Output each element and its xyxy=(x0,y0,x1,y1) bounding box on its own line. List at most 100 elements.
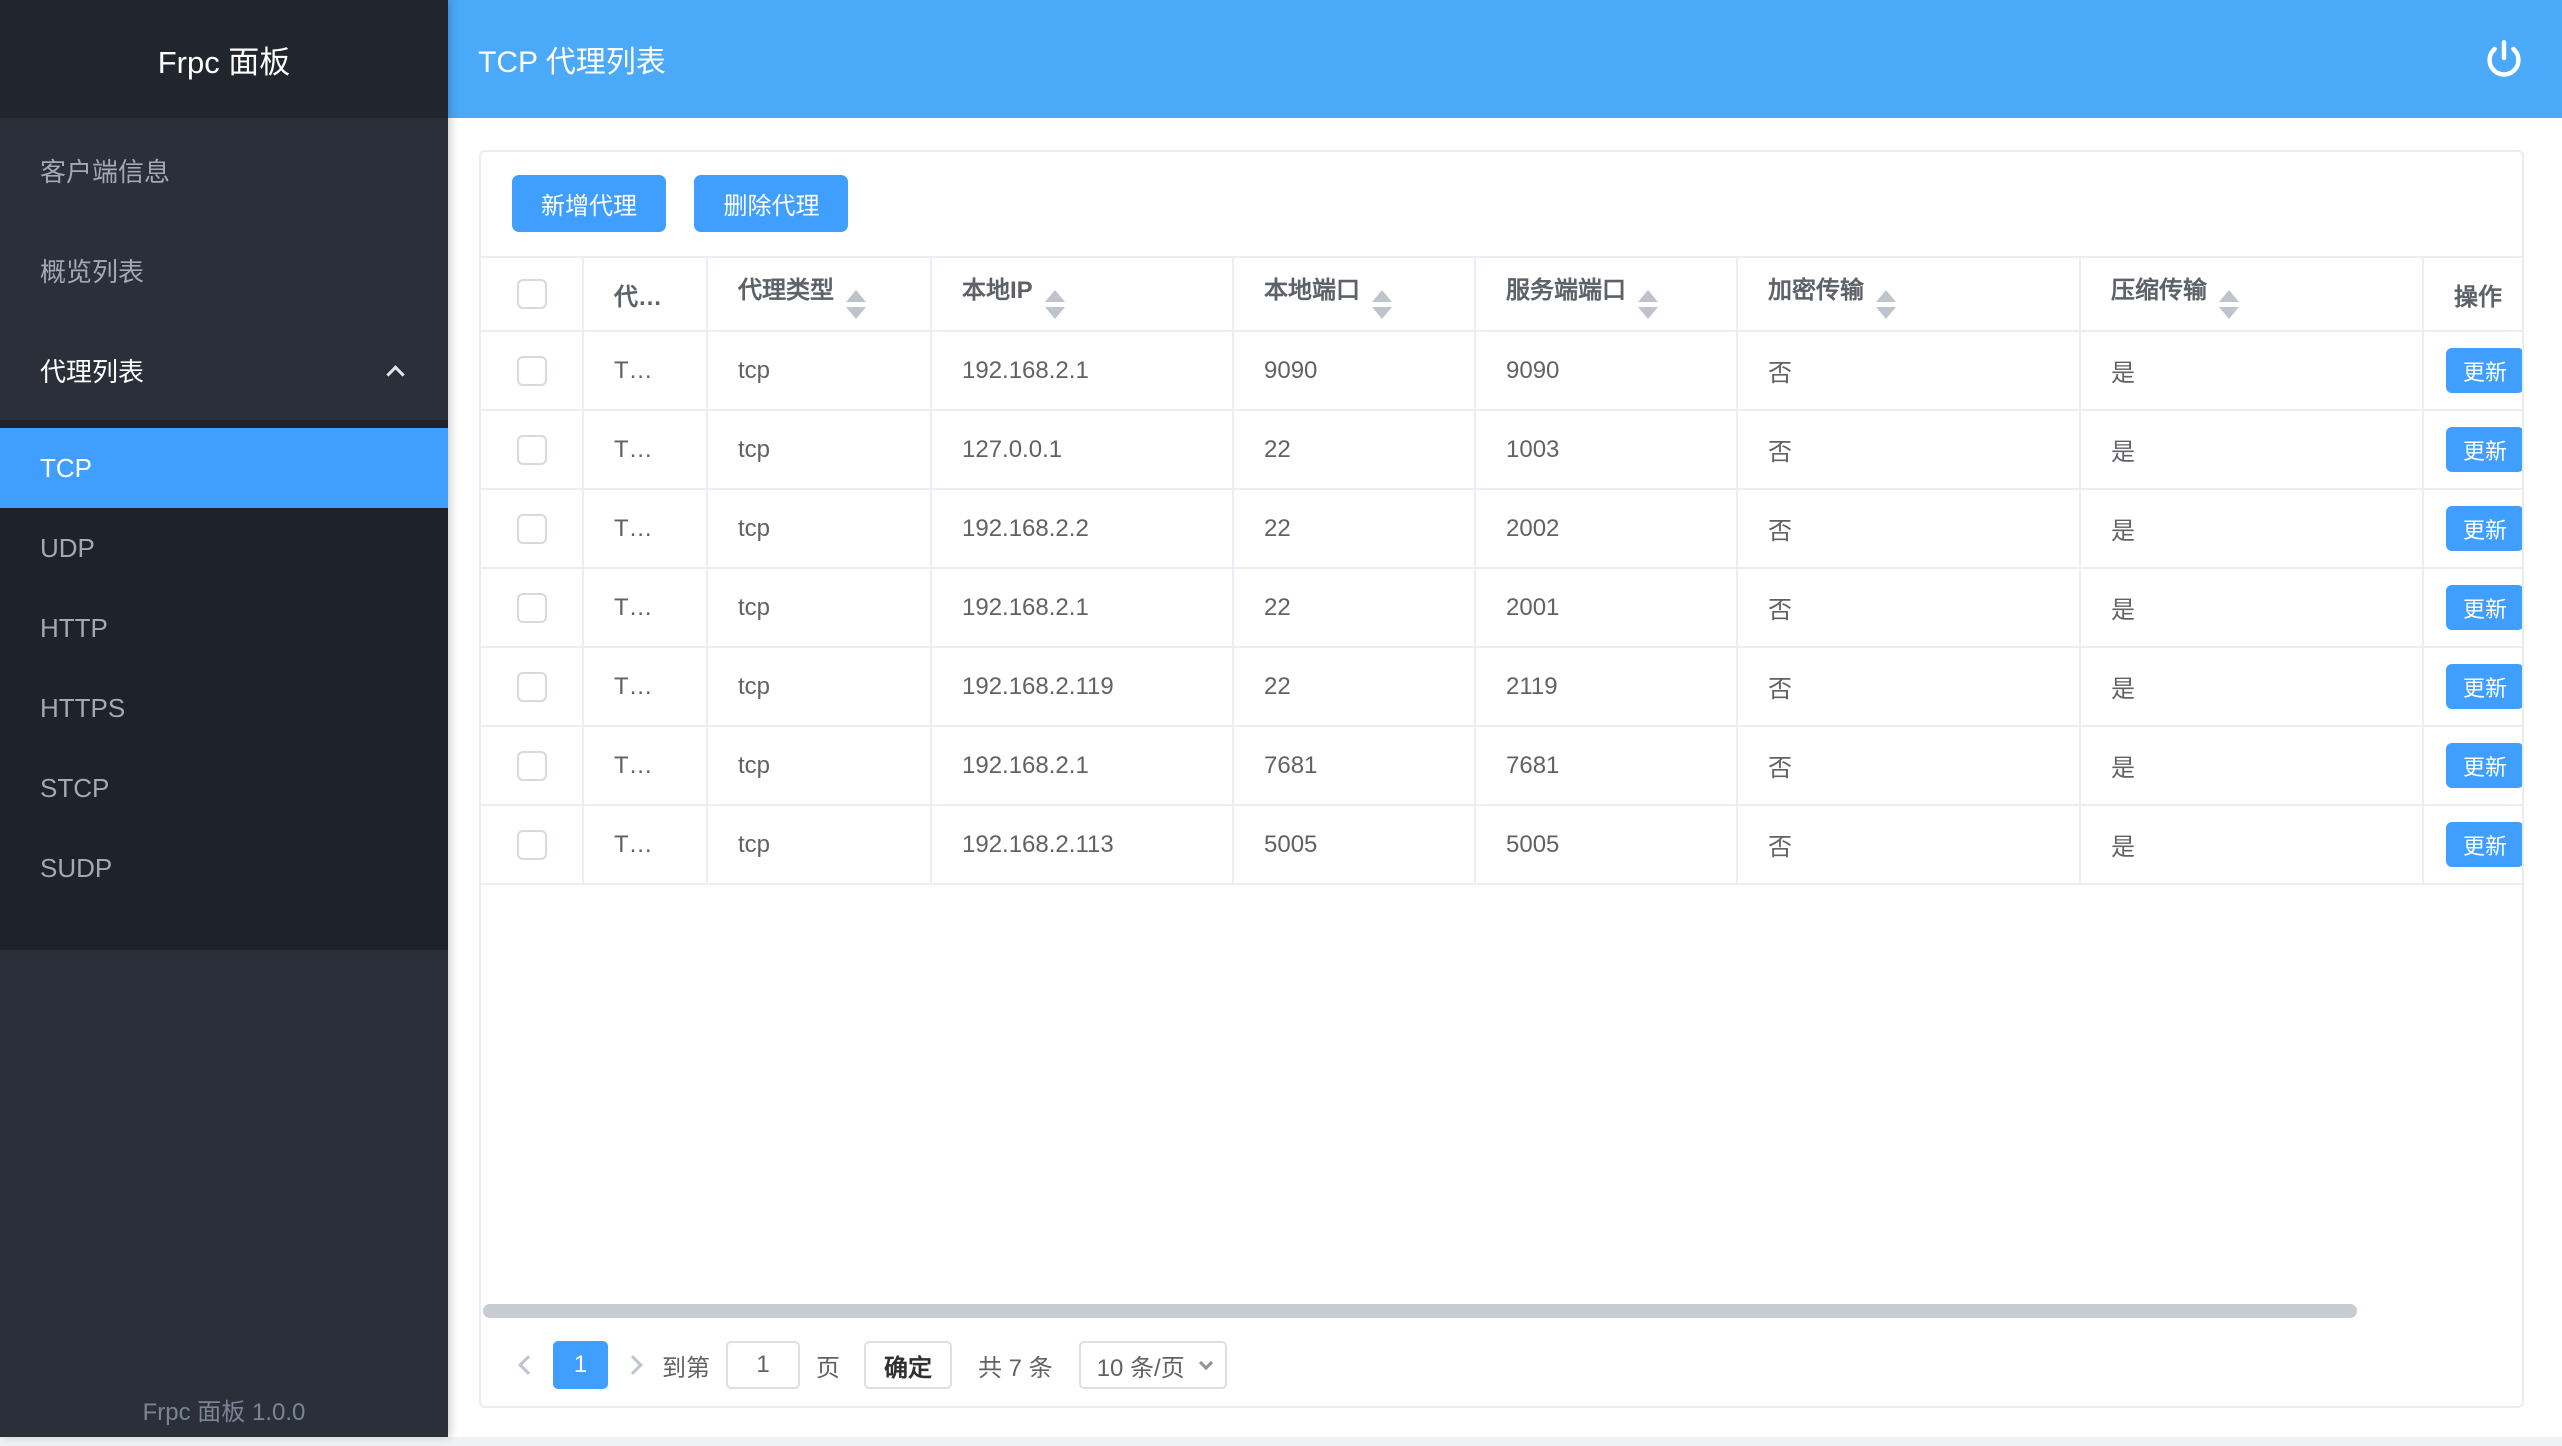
sidebar-item-overview[interactable]: 概览列表 xyxy=(0,220,448,320)
cell-action: 更新 xyxy=(2423,410,2522,489)
column-header[interactable]: 加密传输 xyxy=(1737,257,2080,331)
cell-server-port: 9090 xyxy=(1475,331,1737,410)
update-button[interactable]: 更新 xyxy=(2446,822,2522,867)
cell-encrypt: 否 xyxy=(1737,331,2080,410)
cell-action: 更新 xyxy=(2423,805,2522,884)
page-size-select[interactable]: 10 条/页 xyxy=(1079,1341,1227,1389)
power-icon xyxy=(2484,39,2524,79)
cell-server-port: 2002 xyxy=(1475,489,1737,568)
column-header[interactable]: 本地端口 xyxy=(1233,257,1475,331)
row-checkbox[interactable] xyxy=(517,593,547,623)
update-button[interactable]: 更新 xyxy=(2446,664,2522,709)
column-header[interactable]: 代理类型 xyxy=(707,257,931,331)
table-header: 代…代理类型本地IP本地端口服务端端口加密传输压缩传输操作 xyxy=(481,257,2522,331)
table-row: T…tcp192.168.2.119222119否是更新 xyxy=(481,647,2522,726)
row-checkbox[interactable] xyxy=(517,751,547,781)
top-header: TCP 代理列表 xyxy=(448,0,2562,118)
table-row: T…tcp127.0.0.1221003否是更新 xyxy=(481,410,2522,489)
proxy-type-submenu: TCPUDPHTTPHTTPSSTCPSUDP xyxy=(0,420,448,950)
cell-name: T… xyxy=(583,489,707,568)
confirm-button[interactable]: 确定 xyxy=(864,1341,952,1389)
cell-compress: 是 xyxy=(2080,331,2423,410)
page-number-button[interactable]: 1 xyxy=(553,1341,608,1389)
sort-carets-icon[interactable] xyxy=(1638,290,1658,319)
prev-page-icon[interactable] xyxy=(518,1355,538,1375)
sort-carets-icon[interactable] xyxy=(1876,290,1896,319)
cell-local-ip: 192.168.2.1 xyxy=(931,568,1233,647)
update-button[interactable]: 更新 xyxy=(2446,585,2522,630)
cell-type: tcp xyxy=(707,331,931,410)
cell-server-port: 2119 xyxy=(1475,647,1737,726)
cell-server-port: 1003 xyxy=(1475,410,1737,489)
sidebar-item-label: 代理列表 xyxy=(40,352,144,389)
column-header[interactable]: 压缩传输 xyxy=(2080,257,2423,331)
row-checkbox[interactable] xyxy=(517,514,547,544)
app-logo: Frpc 面板 xyxy=(0,0,448,118)
row-select-cell xyxy=(481,410,583,489)
submenu-item-udp[interactable]: UDP xyxy=(0,508,448,588)
cell-encrypt: 否 xyxy=(1737,410,2080,489)
cell-encrypt: 否 xyxy=(1737,489,2080,568)
row-select-cell xyxy=(481,331,583,410)
cell-type: tcp xyxy=(707,410,931,489)
row-checkbox[interactable] xyxy=(517,356,547,386)
horizontal-scrollbar-thumb[interactable] xyxy=(483,1304,2357,1318)
column-header[interactable]: 本地IP xyxy=(931,257,1233,331)
goto-page-input[interactable] xyxy=(726,1341,800,1389)
submenu-item-https[interactable]: HTTPS xyxy=(0,668,448,748)
pagination: 1 到第 页 确定 共 7 条 10 条/页 xyxy=(521,1340,2522,1390)
row-select-cell xyxy=(481,568,583,647)
power-button[interactable] xyxy=(2484,39,2524,79)
cell-local-port: 22 xyxy=(1233,489,1475,568)
total-count: 共 7 条 xyxy=(978,1348,1053,1383)
cell-name: T… xyxy=(583,410,707,489)
sort-carets-icon[interactable] xyxy=(1045,290,1065,319)
proxy-table: 代…代理类型本地IP本地端口服务端端口加密传输压缩传输操作 T…tcp192.1… xyxy=(481,256,2522,885)
update-button[interactable]: 更新 xyxy=(2446,348,2522,393)
delete-proxy-button[interactable]: 删除代理 xyxy=(694,175,848,232)
cell-compress: 是 xyxy=(2080,726,2423,805)
cell-compress: 是 xyxy=(2080,647,2423,726)
row-checkbox[interactable] xyxy=(517,830,547,860)
content-card: 新增代理 删除代理 代…代理类型本地IP本地端口服务端端口加密传输压缩传输操作 … xyxy=(479,150,2524,1408)
next-page-icon[interactable] xyxy=(623,1355,643,1375)
update-button[interactable]: 更新 xyxy=(2446,427,2522,472)
add-proxy-button[interactable]: 新增代理 xyxy=(512,175,666,232)
cell-name: T… xyxy=(583,568,707,647)
row-checkbox[interactable] xyxy=(517,672,547,702)
cell-compress: 是 xyxy=(2080,568,2423,647)
cell-server-port: 2001 xyxy=(1475,568,1737,647)
update-button[interactable]: 更新 xyxy=(2446,506,2522,551)
submenu-item-sudp[interactable]: SUDP xyxy=(0,828,448,908)
cell-action: 更新 xyxy=(2423,726,2522,805)
app-version: Frpc 面板 1.0.0 xyxy=(0,1392,448,1427)
table-row: T…tcp192.168.2.11350055005否是更新 xyxy=(481,805,2522,884)
select-all-header xyxy=(481,257,583,331)
goto-page-prefix: 到第 xyxy=(662,1348,710,1383)
submenu-item-tcp[interactable]: TCP xyxy=(0,428,448,508)
horizontal-scrollbar-track xyxy=(483,1304,2520,1318)
goto-page-suffix: 页 xyxy=(816,1348,840,1383)
update-button[interactable]: 更新 xyxy=(2446,743,2522,788)
sidebar-item-client-info[interactable]: 客户端信息 xyxy=(0,120,448,220)
select-all-checkbox[interactable] xyxy=(517,279,547,309)
submenu-item-stcp[interactable]: STCP xyxy=(0,748,448,828)
sidebar: Frpc 面板 客户端信息 概览列表 代理列表 TCPUDPHTTPHTTPSS… xyxy=(0,0,448,1437)
cell-name: T… xyxy=(583,726,707,805)
table-row: T…tcp192.168.2.2222002否是更新 xyxy=(481,489,2522,568)
cell-encrypt: 否 xyxy=(1737,805,2080,884)
row-select-cell xyxy=(481,805,583,884)
cell-encrypt: 否 xyxy=(1737,647,2080,726)
sort-carets-icon[interactable] xyxy=(846,290,866,319)
column-header[interactable]: 服务端端口 xyxy=(1475,257,1737,331)
column-header: 操作 xyxy=(2423,257,2522,331)
row-checkbox[interactable] xyxy=(517,435,547,465)
sort-carets-icon[interactable] xyxy=(1372,290,1392,319)
page-title: TCP 代理列表 xyxy=(478,37,2484,81)
cell-local-port: 7681 xyxy=(1233,726,1475,805)
page-size-value: 10 条/页 xyxy=(1097,1348,1185,1383)
sort-carets-icon[interactable] xyxy=(2219,290,2239,319)
sidebar-item-proxy-list[interactable]: 代理列表 xyxy=(0,320,448,420)
submenu-item-http[interactable]: HTTP xyxy=(0,588,448,668)
cell-encrypt: 否 xyxy=(1737,568,2080,647)
